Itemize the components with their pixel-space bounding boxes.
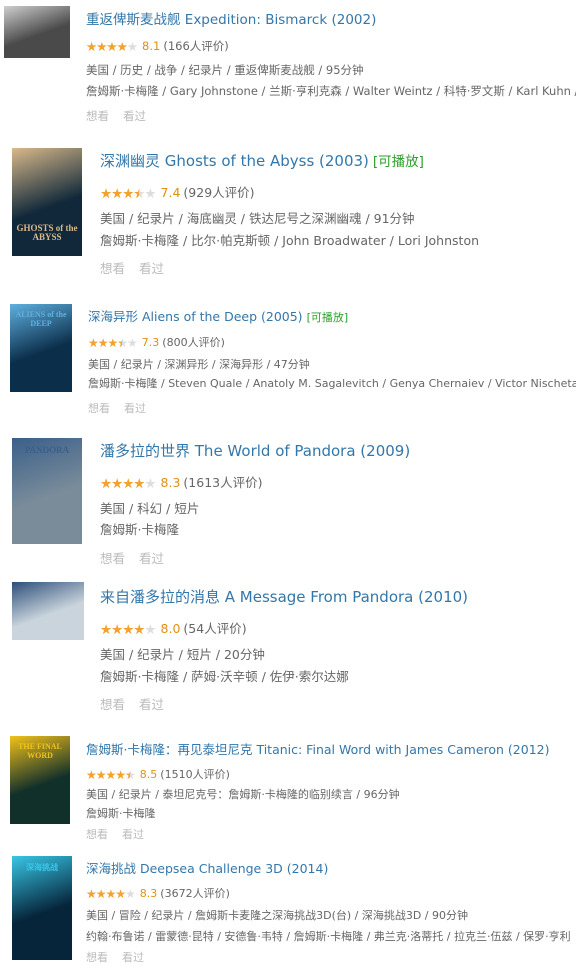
- movie-cast-line: 詹姆斯·卡梅隆 / Steven Quale / Anatoly M. Saga…: [88, 377, 576, 390]
- movie-actions: 想看 看过: [86, 949, 158, 965]
- movie-genre-line: 美国 / 历史 / 战争 / 纪录片 / 重返俾斯麦战舰 / 95分钟: [86, 63, 364, 77]
- watched-link[interactable]: 看过: [122, 951, 144, 964]
- poster-text: ALIENS of the DEEP: [15, 310, 67, 328]
- movie-genre-line: 美国 / 科幻 / 短片: [100, 501, 200, 516]
- rating-count[interactable]: (1510人评价): [160, 768, 230, 781]
- movie-actions: 想看 看过: [100, 694, 178, 713]
- movie-genre-line: 美国 / 纪录片 / 深渊异形 / 深海异形 / 47分钟: [88, 358, 310, 371]
- playable-tag[interactable]: [可播放]: [373, 154, 424, 170]
- movie-title[interactable]: 深渊幽灵 Ghosts of the Abyss (2003): [100, 152, 369, 170]
- rating-score: 8.5: [139, 768, 158, 781]
- watched-link[interactable]: 看过: [139, 697, 164, 712]
- movie-poster[interactable]: PANDORA: [12, 438, 82, 544]
- want-to-watch-link[interactable]: 想看: [86, 951, 108, 964]
- movie-title-link[interactable]: 来自潘多拉的消息 A Message From Pandora (2010): [100, 586, 468, 607]
- rating-count[interactable]: (3672人评价): [160, 887, 230, 900]
- movie-title-link[interactable]: 深海异形 Aliens of the Deep (2005) [可播放]: [88, 306, 348, 325]
- movie-poster[interactable]: THE FINAL WORD: [10, 736, 70, 824]
- poster-text: 深海挑战: [26, 863, 58, 873]
- movie-actions: 想看 看过: [100, 548, 178, 567]
- movie-actions: 想看 看过: [88, 400, 160, 416]
- movie-cast-line: 约翰·布鲁诺 / 雷蒙德·昆特 / 安德鲁·韦特 / 詹姆斯·卡梅隆 / 弗兰克…: [86, 930, 571, 943]
- watched-link[interactable]: 看过: [124, 402, 146, 415]
- movie-poster[interactable]: [4, 6, 70, 58]
- movie-title-link[interactable]: 重返俾斯麦战舰 Expedition: Bismarck (2002): [86, 8, 376, 28]
- rating-stars-fill: ★★★★★: [86, 768, 130, 782]
- watched-link[interactable]: 看过: [139, 551, 164, 566]
- movie-poster[interactable]: 深海挑战: [12, 856, 72, 960]
- watched-link[interactable]: 看过: [122, 828, 144, 841]
- movie-genre-line: 美国 / 纪录片 / 短片 / 20分钟: [100, 647, 265, 662]
- want-to-watch-link[interactable]: 想看: [100, 551, 125, 566]
- rating-score: 8.1: [142, 39, 161, 53]
- movie-title-link[interactable]: 詹姆斯·卡梅隆：再见泰坦尼克 Titanic: Final Word with …: [86, 739, 550, 758]
- movie-cast-line: 詹姆斯·卡梅隆 / 比尔·帕克斯顿 / John Broadwater / Lo…: [100, 233, 480, 248]
- movie-actions: 想看 看过: [86, 108, 160, 124]
- rating-row: ★★★★★★★★★★8.3(1613人评价): [100, 472, 262, 492]
- movie-title[interactable]: 重返俾斯麦战舰 Expedition: Bismarck (2002): [86, 12, 376, 28]
- rating-row: ★★★★★★★★★★7.4(929人评价): [100, 182, 255, 202]
- watched-link[interactable]: 看过: [139, 261, 164, 276]
- movie-cast-line: 詹姆斯·卡梅隆 / Gary Johnstone / 兰斯·亨利克森 / Wal…: [86, 84, 576, 98]
- rating-score: 8.3: [160, 475, 181, 490]
- rating-count[interactable]: (929人评价): [183, 185, 254, 200]
- rating-stars: ★★★★★★★★★★: [86, 768, 136, 782]
- rating-stars-fill: ★★★★★: [86, 887, 126, 901]
- rating-count[interactable]: (54人评价): [183, 621, 246, 636]
- movie-title[interactable]: 詹姆斯·卡梅隆：再见泰坦尼克 Titanic: Final Word with …: [86, 742, 550, 757]
- rating-score: 8.3: [139, 887, 158, 900]
- rating-row: ★★★★★★★★★★8.3(3672人评价): [86, 885, 230, 901]
- rating-row: ★★★★★★★★★★8.5(1510人评价): [86, 766, 230, 782]
- rating-stars-fill: ★★★★★: [86, 39, 127, 54]
- rating-stars: ★★★★★★★★★★: [86, 887, 136, 901]
- rating-stars-fill: ★★★★★: [88, 336, 122, 350]
- movie-poster[interactable]: GHOSTS of the ABYSS: [12, 148, 82, 256]
- playable-tag[interactable]: [可播放]: [307, 311, 349, 324]
- movie-actions: 想看 看过: [86, 826, 158, 842]
- rating-stars: ★★★★★★★★★★: [100, 621, 157, 638]
- want-to-watch-link[interactable]: 想看: [88, 402, 110, 415]
- rating-stars: ★★★★★★★★★★: [100, 475, 157, 492]
- movie-cast-line: 詹姆斯·卡梅隆 / 萨姆·沃辛顿 / 佐伊·索尔达娜: [100, 669, 349, 684]
- watched-link[interactable]: 看过: [123, 109, 146, 123]
- movie-cast-line: 詹姆斯·卡梅隆: [86, 807, 156, 820]
- poster-text: GHOSTS of the ABYSS: [16, 222, 78, 243]
- rating-stars: ★★★★★★★★★★: [88, 336, 138, 350]
- rating-count[interactable]: (1613人评价): [183, 475, 262, 490]
- rating-row: ★★★★★★★★★★ 8.1(166人评价): [86, 38, 229, 54]
- rating-stars-fill: ★★★★★: [100, 621, 145, 638]
- movie-title[interactable]: 深海挑战 Deepsea Challenge 3D (2014): [86, 861, 328, 876]
- movie-title[interactable]: 深海异形 Aliens of the Deep (2005): [88, 309, 303, 324]
- want-to-watch-link[interactable]: 想看: [100, 261, 125, 276]
- want-to-watch-link[interactable]: 想看: [86, 109, 109, 123]
- movie-genre-line: 美国 / 纪录片 / 海底幽灵 / 铁达尼号之深渊幽魂 / 91分钟: [100, 211, 415, 226]
- poster-text: PANDORA: [24, 445, 70, 456]
- movie-poster[interactable]: ALIENS of the DEEP: [10, 304, 72, 392]
- movie-title-link[interactable]: 深海挑战 Deepsea Challenge 3D (2014): [86, 858, 328, 877]
- want-to-watch-link[interactable]: 想看: [86, 828, 108, 841]
- rating-stars-fill: ★★★★★: [100, 185, 139, 202]
- movie-title-link[interactable]: 深渊幽灵 Ghosts of the Abyss (2003) [可播放]: [100, 150, 424, 171]
- rating-count[interactable]: (800人评价): [162, 336, 225, 349]
- movie-poster[interactable]: [12, 582, 84, 640]
- movie-cast-line: 詹姆斯·卡梅隆: [100, 522, 179, 537]
- want-to-watch-link[interactable]: 想看: [100, 697, 125, 712]
- movie-genre-line: 美国 / 冒险 / 纪录片 / 詹姆斯卡麦隆之深海挑战3D(台) / 深海挑战3…: [86, 909, 469, 922]
- rating-score: 7.3: [141, 336, 160, 349]
- movie-title-link[interactable]: 潘多拉的世界 The World of Pandora (2009): [100, 440, 410, 461]
- movie-title[interactable]: 来自潘多拉的消息 A Message From Pandora (2010): [100, 588, 468, 606]
- rating-score: 8.0: [160, 621, 181, 636]
- rating-row: ★★★★★★★★★★7.3(800人评价): [88, 334, 225, 350]
- poster-text: THE FINAL WORD: [18, 742, 62, 760]
- movie-genre-line: 美国 / 纪录片 / 泰坦尼克号：詹姆斯·卡梅隆的临别续言 / 96分钟: [86, 788, 400, 801]
- movie-actions: 想看 看过: [100, 258, 178, 277]
- rating-row: ★★★★★★★★★★8.0(54人评价): [100, 618, 247, 638]
- movie-title[interactable]: 潘多拉的世界 The World of Pandora (2009): [100, 442, 410, 460]
- rating-stars: ★★★★★★★★★★: [100, 185, 157, 202]
- rating-stars-fill: ★★★★★: [100, 475, 145, 492]
- rating-score: 7.4: [160, 185, 181, 200]
- rating-count[interactable]: (166人评价): [163, 39, 228, 53]
- rating-stars: ★★★★★★★★★★: [86, 39, 138, 54]
